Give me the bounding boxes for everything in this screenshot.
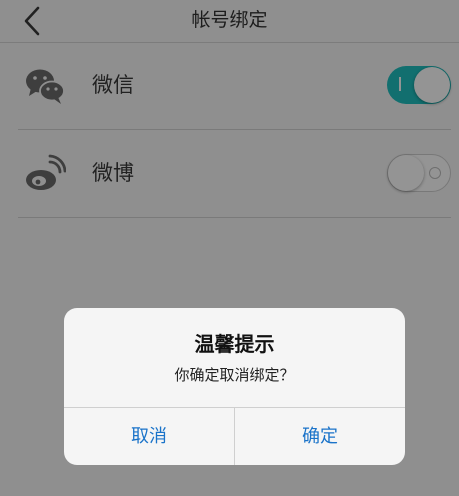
dialog-message: 你确定取消绑定？ bbox=[174, 366, 295, 384]
unbind-confirm-dialog: 温馨提示 你确定取消绑定？ 取消 确定 bbox=[64, 308, 405, 465]
confirm-button[interactable]: 确定 bbox=[235, 408, 405, 465]
dialog-title: 温馨提示 bbox=[194, 332, 275, 356]
cancel-button[interactable]: 取消 bbox=[64, 408, 234, 465]
